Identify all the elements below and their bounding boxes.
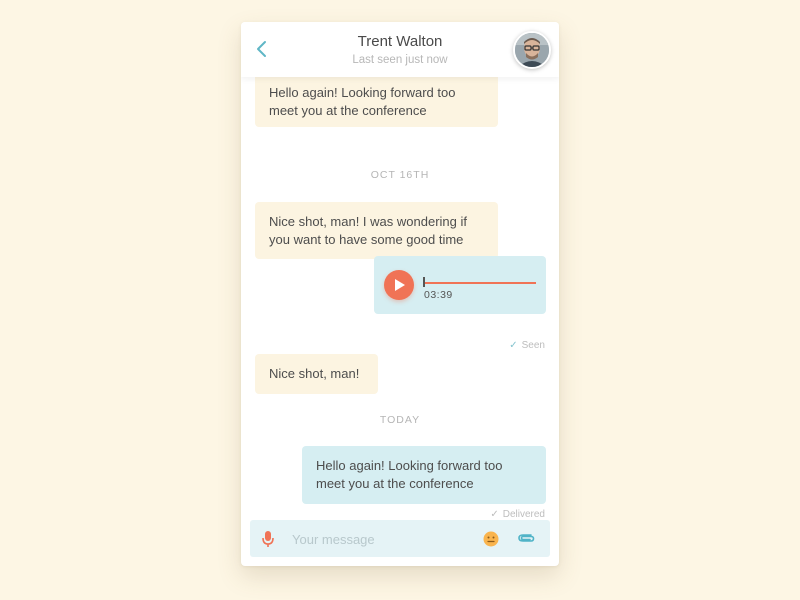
message-text: Hello again! Looking forward too meet yo…: [316, 458, 503, 491]
message-bubble-incoming[interactable]: Nice shot, man! I was wondering if you w…: [255, 202, 498, 259]
avatar-image: [515, 33, 549, 67]
delivered-status: ✓ Delivered: [490, 509, 545, 520]
avatar[interactable]: [513, 31, 551, 69]
last-seen-status: Last seen just now: [352, 54, 448, 66]
paperclip-icon[interactable]: [517, 531, 535, 550]
date-separator: OCT 16TH: [370, 169, 430, 181]
status-text: Delivered: [502, 509, 545, 520]
status-text: Seen: [521, 340, 545, 351]
check-icon: ✓: [490, 509, 499, 520]
message-bubble-outgoing[interactable]: Hello again! Looking forward too meet yo…: [302, 446, 546, 504]
check-icon: ✓: [509, 340, 518, 351]
play-icon: [395, 279, 405, 291]
message-composer: [250, 520, 550, 557]
chat-window: Trent Walton Last seen just now Hello ag…: [241, 22, 559, 566]
message-input[interactable]: [292, 529, 472, 549]
message-text: Nice shot, man!: [269, 366, 360, 381]
emoji-icon[interactable]: [483, 531, 499, 552]
play-button[interactable]: [384, 270, 414, 300]
message-text: Hello again! Looking forward too meet yo…: [269, 85, 456, 118]
voice-duration: 03:39: [424, 289, 453, 301]
message-bubble-incoming[interactable]: Hello again! Looking forward too meet yo…: [255, 77, 498, 127]
microphone-icon[interactable]: [261, 530, 275, 553]
voice-message-bubble[interactable]: 03:39: [374, 256, 546, 314]
audio-progress-track[interactable]: [424, 282, 536, 284]
seen-status: ✓ Seen: [509, 340, 545, 351]
date-separator: TODAY: [379, 414, 421, 426]
message-list[interactable]: Hello again! Looking forward too meet yo…: [241, 77, 559, 520]
message-text: Nice shot, man! I was wondering if you w…: [269, 213, 467, 247]
message-bubble-incoming[interactable]: Nice shot, man!: [255, 354, 378, 394]
audio-progress-handle[interactable]: [423, 277, 425, 287]
chat-header: Trent Walton Last seen just now: [241, 22, 559, 77]
contact-name: Trent Walton: [357, 33, 443, 50]
